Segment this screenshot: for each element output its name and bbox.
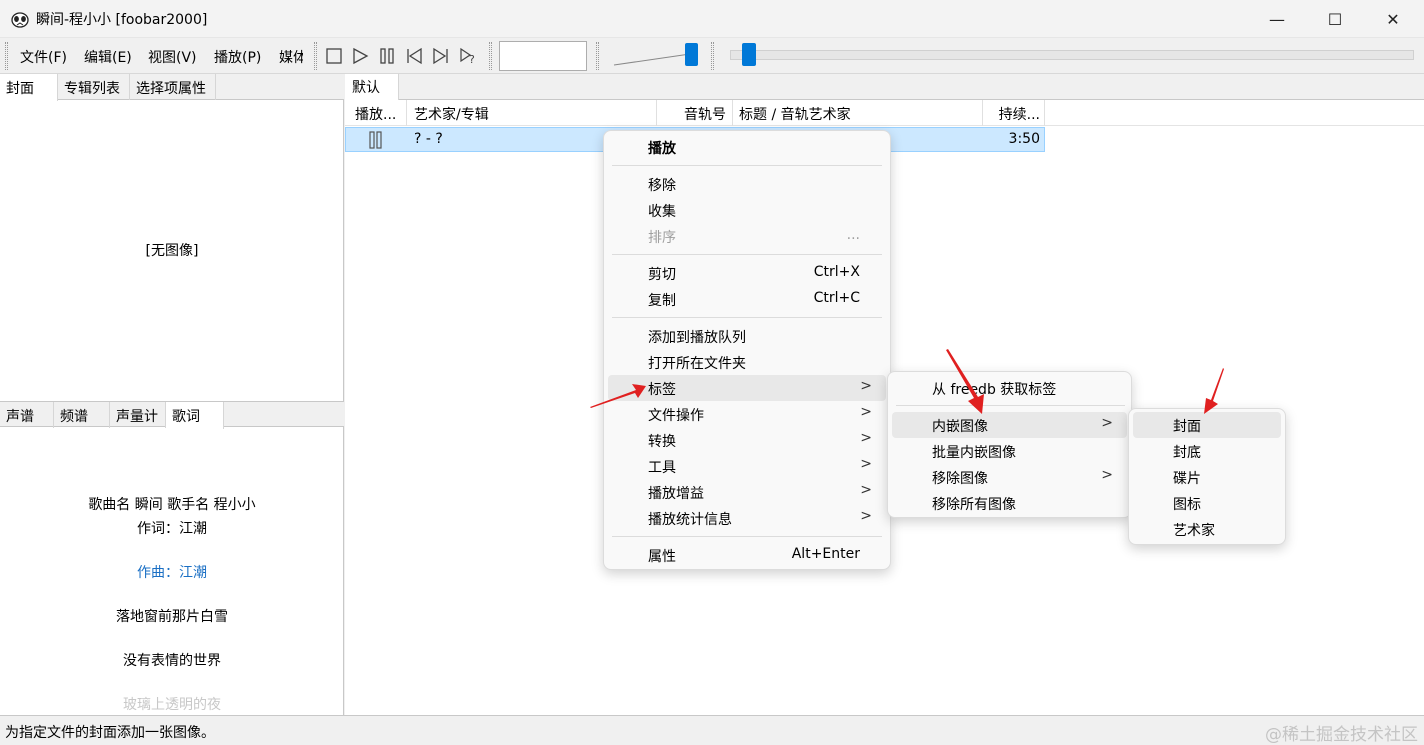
window-title: 瞬间-程小小 [foobar2000] xyxy=(36,12,208,28)
menu-item-remove-image[interactable]: 移除图像 > xyxy=(892,464,1127,490)
menu-item-back-cover[interactable]: 封底 xyxy=(1133,438,1281,464)
menu-separator xyxy=(612,536,882,537)
menu-file[interactable]: 文件(F) xyxy=(20,47,67,67)
next-icon[interactable] xyxy=(431,46,451,66)
menu-item-cut[interactable]: 剪切 Ctrl+X xyxy=(608,260,886,286)
column-duration[interactable]: 持续... xyxy=(983,100,1045,126)
chevron-right-icon: > xyxy=(860,430,872,446)
menu-item-front-cover[interactable]: 封面 xyxy=(1133,412,1281,438)
left-bottom-tabs: 声谱 频谱 声量计 歌词 xyxy=(0,401,344,429)
status-text: 为指定文件的封面添加一张图像。 xyxy=(5,725,215,741)
seek-bar-thumb[interactable] xyxy=(742,43,756,66)
chevron-right-icon: > xyxy=(860,482,872,498)
menu-playback[interactable]: 播放(P) xyxy=(214,47,261,67)
menu-item-remove-all-images[interactable]: 移除所有图像 xyxy=(892,490,1127,516)
context-menu: 播放 移除 收集 排序... 剪切 Ctrl+X 复制 Ctrl+C 添加到播放队列… xyxy=(603,130,891,570)
menu-separator xyxy=(896,405,1125,406)
tab-cover[interactable]: 封面 xyxy=(0,74,58,101)
menu-item-file-operations[interactable]: 文件操作 > xyxy=(608,401,886,427)
column-playing[interactable]: 播放... xyxy=(345,100,407,126)
menu-item-embed-image[interactable]: 内嵌图像 > xyxy=(892,412,1127,438)
embed-image-submenu: 封面 封底 碟片 图标 艺术家 xyxy=(1128,408,1286,545)
menu-item-freedb[interactable]: 从 freedb 获取标签 xyxy=(892,375,1127,401)
menu-item-disc[interactable]: 碟片 xyxy=(1133,464,1281,490)
menu-separator xyxy=(612,317,882,318)
close-button[interactable]: ✕ xyxy=(1364,0,1422,38)
seek-bar[interactable] xyxy=(730,50,1414,60)
toolbar-grip[interactable] xyxy=(489,42,492,70)
tab-lyrics[interactable]: 歌词 xyxy=(166,402,224,429)
stop-icon[interactable] xyxy=(324,46,344,66)
minimize-button[interactable]: — xyxy=(1248,0,1306,38)
tab-selection-properties[interactable]: 选择项属性 xyxy=(130,74,216,100)
lyric-line-current: 作曲：江潮 xyxy=(137,565,207,581)
tab-spectrogram[interactable]: 声谱 xyxy=(0,402,54,428)
toolbar-grip[interactable] xyxy=(5,42,8,70)
menu-item-playback-statistics[interactable]: 播放统计信息 > xyxy=(608,505,886,531)
chevron-right-icon: > xyxy=(1101,467,1113,483)
toolbar-grip[interactable] xyxy=(711,42,714,70)
menu-item-tagging[interactable]: 标签 > xyxy=(608,375,886,401)
cover-placeholder: [无图像] xyxy=(145,243,199,259)
random-icon[interactable]: ? xyxy=(458,46,478,66)
volume-slider-thumb[interactable] xyxy=(685,43,698,66)
menu-separator xyxy=(612,165,882,166)
playlist-tabs: 默认 xyxy=(345,74,1424,101)
pause-icon xyxy=(369,131,382,149)
menu-item-play[interactable]: 播放 xyxy=(608,134,886,160)
playback-order-dropdown[interactable] xyxy=(499,41,587,71)
chevron-right-icon: > xyxy=(860,456,872,472)
status-bar: 为指定文件的封面添加一张图像。 @稀土掘金技术社区 xyxy=(0,715,1424,745)
toolbar-grip[interactable] xyxy=(596,42,599,70)
menu-item-crop[interactable]: 收集 xyxy=(608,197,886,223)
menu-item-utilities[interactable]: 工具 > xyxy=(608,453,886,479)
menu-item-replaygain[interactable]: 播放增益 > xyxy=(608,479,886,505)
svg-text:?: ? xyxy=(469,53,475,65)
play-icon[interactable] xyxy=(350,46,370,66)
lyric-line: 没有表情的世界 xyxy=(123,653,221,669)
menu-item-convert[interactable]: 转换 > xyxy=(608,427,886,453)
row-artist-album: ? - ? xyxy=(414,131,443,147)
menu-item-sort: 排序... xyxy=(648,227,860,246)
playlist-column-header: 播放... 艺术家/专辑 音轨号 标题 / 音轨艺术家 持续... xyxy=(345,100,1424,126)
column-track[interactable]: 音轨号 xyxy=(657,100,733,126)
menu-item-properties[interactable]: 属性 Alt+Enter xyxy=(608,542,886,568)
menu-item-remove[interactable]: 移除 xyxy=(608,171,886,197)
foobar-app-icon xyxy=(11,12,29,28)
lyric-line: 作词：江潮 xyxy=(137,521,207,537)
lyric-line: 玻璃上透明的夜 xyxy=(123,697,221,713)
chevron-right-icon: > xyxy=(860,508,872,524)
left-panel: 封面 专辑列表 选择项属性 [无图像] 声谱 频谱 声量计 歌词 歌曲名 瞬间 … xyxy=(0,74,344,715)
chevron-right-icon: > xyxy=(860,404,872,420)
menu-item-open-folder[interactable]: 打开所在文件夹 xyxy=(608,349,886,375)
lyric-line: 落地窗前那片白雪 xyxy=(116,609,228,625)
menu-item-batch-embed[interactable]: 批量内嵌图像 xyxy=(892,438,1127,464)
previous-icon[interactable] xyxy=(404,46,424,66)
playlist-tab-default[interactable]: 默认 xyxy=(345,74,399,101)
menu-library[interactable]: 媒体 xyxy=(279,47,303,67)
watermark: @稀土掘金技术社区 xyxy=(1265,725,1418,745)
column-artist-album[interactable]: 艺术家/专辑 xyxy=(407,100,657,126)
column-title[interactable]: 标题 / 音轨艺术家 xyxy=(733,100,983,126)
menu-view[interactable]: 视图(V) xyxy=(148,47,197,67)
tagging-submenu: 从 freedb 获取标签 内嵌图像 > 批量内嵌图像 移除图像 > 移除所有图像 xyxy=(887,371,1132,518)
lyric-line: 歌曲名 瞬间 歌手名 程小小 xyxy=(88,497,256,513)
chevron-right-icon: > xyxy=(860,378,872,394)
menu-item-icon[interactable]: 图标 xyxy=(1133,490,1281,516)
maximize-button[interactable]: ☐ xyxy=(1306,0,1364,38)
left-top-tabs: 封面 专辑列表 选择项属性 xyxy=(0,74,344,101)
pause-icon[interactable] xyxy=(377,46,397,66)
toolbar-grip[interactable] xyxy=(314,42,317,70)
menu-edit[interactable]: 编辑(E) xyxy=(84,47,132,67)
menu-item-add-to-queue[interactable]: 添加到播放队列 xyxy=(608,323,886,349)
menu-item-artist[interactable]: 艺术家 xyxy=(1133,516,1281,542)
title-bar: 瞬间-程小小 [foobar2000] — ☐ ✕ xyxy=(0,0,1424,38)
menu-item-copy[interactable]: 复制 Ctrl+C xyxy=(608,286,886,312)
menu-separator xyxy=(612,254,882,255)
tab-vu-meter[interactable]: 声量计 xyxy=(110,402,166,428)
tab-album-list[interactable]: 专辑列表 xyxy=(58,74,130,100)
tab-spectrum[interactable]: 频谱 xyxy=(54,402,110,428)
row-duration: 3:50 xyxy=(1008,131,1040,147)
chevron-right-icon: > xyxy=(1101,415,1113,431)
